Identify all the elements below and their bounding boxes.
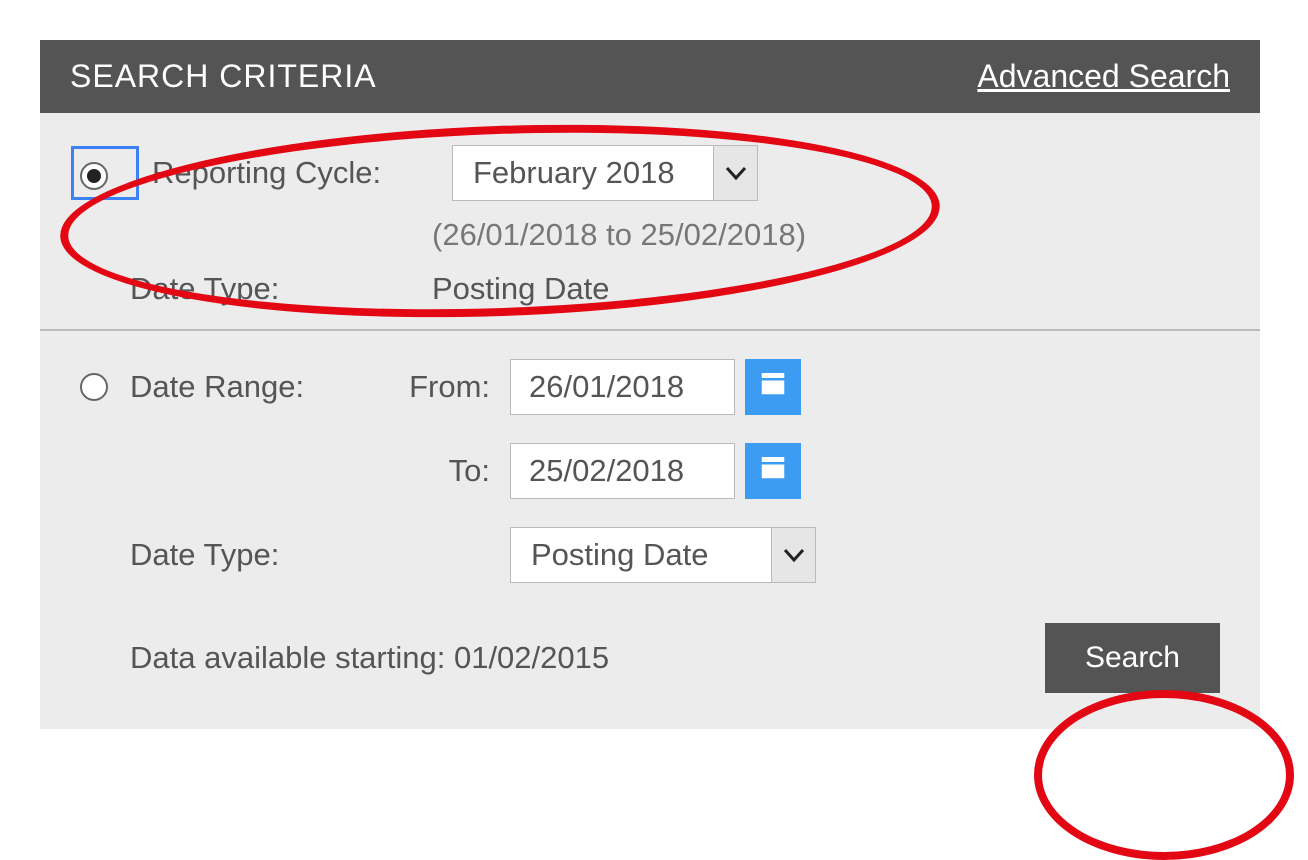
date-type-value: Posting Date — [432, 271, 610, 307]
from-label: From: — [380, 369, 510, 405]
date-range-radio[interactable] — [80, 373, 108, 401]
date-type-label: Date Type: — [130, 271, 430, 307]
from-date-input[interactable]: 26/01/2018 — [510, 359, 735, 415]
reporting-cycle-datetype-row: Date Type: Posting Date — [80, 271, 1220, 307]
reporting-cycle-value: February 2018 — [453, 155, 713, 191]
reporting-cycle-range-hint: (26/01/2018 to 25/02/2018) — [80, 217, 1220, 253]
to-label: To: — [380, 453, 510, 489]
to-calendar-button[interactable] — [745, 443, 801, 499]
date-type-select[interactable]: Posting Date — [510, 527, 816, 583]
date-type-select-value: Posting Date — [511, 537, 771, 573]
panel-title: SEARCH CRITERIA — [70, 58, 377, 95]
from-date-value: 26/01/2018 — [529, 369, 684, 405]
reporting-cycle-row: Reporting Cycle: February 2018 — [80, 145, 1220, 201]
from-calendar-button[interactable] — [745, 359, 801, 415]
reporting-cycle-select[interactable]: February 2018 — [452, 145, 758, 201]
data-available-text: Data available starting: 01/02/2015 — [130, 640, 609, 676]
date-range-label: Date Range: — [130, 369, 380, 405]
separator — [40, 329, 1260, 331]
calendar-icon — [758, 368, 788, 406]
chevron-down-icon[interactable] — [771, 528, 815, 582]
date-range-to-row: To: 25/02/2018 — [80, 443, 1220, 499]
search-criteria-panel: SEARCH CRITERIA Advanced Search Reportin… — [40, 40, 1260, 729]
radio-focus-outline — [71, 146, 139, 200]
calendar-icon — [758, 452, 788, 490]
panel-body: Reporting Cycle: February 2018 (26/01/20… — [40, 113, 1260, 729]
panel-header: SEARCH CRITERIA Advanced Search — [40, 40, 1260, 113]
date-type-select-row: Date Type: Posting Date — [80, 527, 1220, 583]
to-date-value: 25/02/2018 — [529, 453, 684, 489]
to-date-input[interactable]: 25/02/2018 — [510, 443, 735, 499]
date-type-label-2: Date Type: — [130, 537, 380, 573]
reporting-cycle-label: Reporting Cycle: — [152, 155, 452, 191]
chevron-down-icon[interactable] — [713, 146, 757, 200]
date-range-from-row: Date Range: From: 26/01/2018 — [80, 359, 1220, 415]
advanced-search-link[interactable]: Advanced Search — [977, 58, 1230, 95]
search-button[interactable]: Search — [1045, 623, 1220, 693]
reporting-cycle-radio[interactable] — [80, 162, 108, 190]
footer-row: Data available starting: 01/02/2015 Sear… — [80, 623, 1220, 693]
